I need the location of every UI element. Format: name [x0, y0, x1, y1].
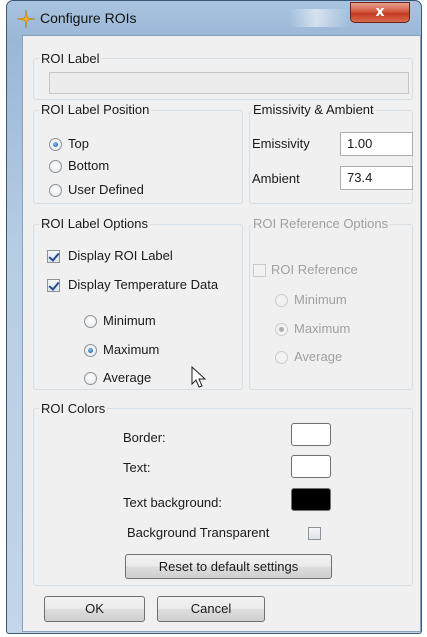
- position-user-defined-label[interactable]: User Defined: [68, 182, 144, 197]
- ambient-label: Ambient: [252, 171, 300, 186]
- temp-average-radio[interactable]: [84, 372, 97, 385]
- roi-label-position-legend: ROI Label Position: [39, 102, 152, 117]
- titlebar-highlight: [289, 9, 349, 27]
- reference-average-radio[interactable]: [275, 351, 288, 364]
- dialog-window: Configure ROIs x ROI Label ROI Label Pos…: [6, 0, 422, 634]
- position-top-label[interactable]: Top: [68, 136, 89, 151]
- roi-reference-options-legend: ROI Reference Options: [251, 216, 391, 231]
- dialog-client-area: ROI Label ROI Label Position Top Bottom …: [22, 35, 421, 632]
- ambient-input[interactable]: 73.4: [340, 166, 413, 190]
- cancel-button[interactable]: Cancel: [157, 596, 265, 622]
- temp-average-label[interactable]: Average: [103, 370, 151, 385]
- reset-defaults-button[interactable]: Reset to default settings: [125, 554, 332, 579]
- roi-reference-options-group: [249, 224, 413, 390]
- roi-label-options-legend: ROI Label Options: [39, 216, 150, 231]
- emissivity-input[interactable]: 1.00: [340, 132, 413, 156]
- reference-maximum-label[interactable]: Maximum: [294, 321, 350, 336]
- background-transparent-label[interactable]: Background Transparent: [127, 525, 269, 540]
- ok-button[interactable]: OK: [44, 596, 145, 622]
- display-roi-label-text[interactable]: Display ROI Label: [68, 248, 173, 263]
- text-color-swatch[interactable]: [291, 455, 331, 478]
- crosshair-star-icon: [17, 10, 35, 28]
- title-bar[interactable]: Configure ROIs x: [7, 1, 421, 35]
- border-color-label: Border:: [123, 430, 166, 445]
- temp-minimum-radio[interactable]: [84, 315, 97, 328]
- position-top-radio[interactable]: [49, 138, 62, 151]
- text-color-label: Text:: [123, 460, 151, 475]
- display-temperature-text[interactable]: Display Temperature Data: [68, 277, 218, 292]
- position-bottom-label[interactable]: Bottom: [68, 158, 109, 173]
- roi-colors-legend: ROI Colors: [39, 401, 108, 416]
- reference-maximum-radio[interactable]: [275, 323, 288, 336]
- border-color-swatch[interactable]: [291, 423, 331, 446]
- close-icon: x: [375, 4, 385, 20]
- display-roi-label-checkbox[interactable]: [47, 250, 60, 263]
- reference-average-label[interactable]: Average: [294, 349, 342, 364]
- temp-minimum-label[interactable]: Minimum: [103, 313, 156, 328]
- emissivity-ambient-legend: Emissivity & Ambient: [251, 102, 376, 117]
- emissivity-label: Emissivity: [252, 136, 310, 151]
- roi-reference-checkbox[interactable]: [253, 264, 266, 277]
- close-button[interactable]: x: [350, 2, 410, 23]
- reference-minimum-radio[interactable]: [275, 294, 288, 307]
- roi-label-input[interactable]: [49, 72, 409, 94]
- text-background-label: Text background:: [123, 495, 223, 510]
- roi-label-legend: ROI Label: [39, 51, 102, 66]
- temp-maximum-label[interactable]: Maximum: [103, 342, 159, 357]
- display-temperature-checkbox[interactable]: [47, 279, 60, 292]
- window-title: Configure ROIs: [40, 10, 137, 26]
- temp-maximum-radio[interactable]: [84, 344, 97, 357]
- reference-minimum-label[interactable]: Minimum: [294, 292, 347, 307]
- background-transparent-checkbox[interactable]: [308, 527, 321, 540]
- roi-reference-label[interactable]: ROI Reference: [271, 262, 358, 277]
- position-user-defined-radio[interactable]: [49, 184, 62, 197]
- mouse-pointer-icon: [191, 366, 207, 388]
- position-bottom-radio[interactable]: [49, 160, 62, 173]
- text-background-swatch[interactable]: [291, 488, 331, 511]
